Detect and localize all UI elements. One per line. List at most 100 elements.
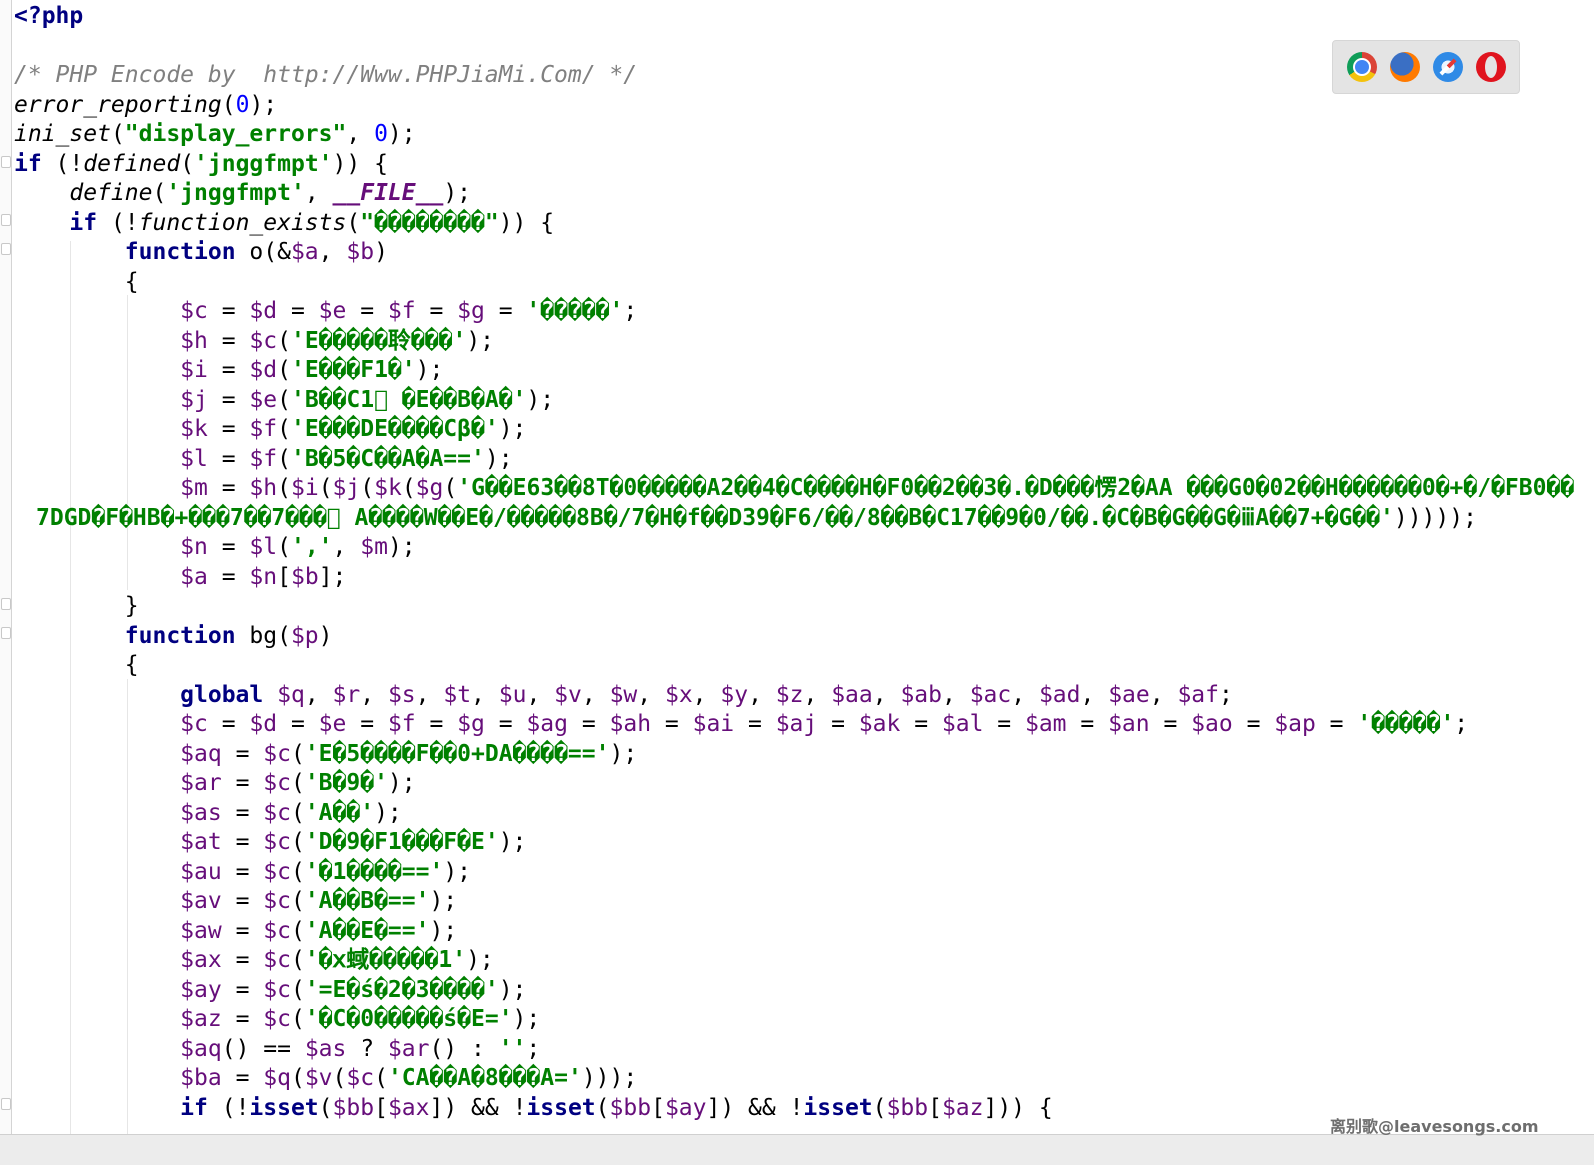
code-line[interactable]: $aw = $c('A��E�=='); (14, 917, 457, 946)
code-line[interactable]: } (14, 592, 139, 621)
code-line[interactable]: $as = $c('A��'); (14, 799, 402, 828)
chrome-icon[interactable] (1347, 52, 1377, 82)
code-token: [ (651, 1094, 665, 1121)
code-line[interactable]: <?php (14, 2, 83, 31)
code-token: global (180, 681, 264, 708)
code-line[interactable]: if (!defined('jnggfmpt')) { (14, 150, 388, 179)
code-line[interactable]: { (14, 268, 139, 297)
code-line[interactable]: { (14, 651, 139, 680)
code-token: $c (263, 947, 291, 973)
code-line[interactable]: $n = $l(',', $m); (14, 533, 415, 562)
code-line[interactable]: $c = $d = $e = $f = $g = '�����'; (14, 297, 637, 326)
code-token: '�C�0�����ś�E=' (304, 1006, 513, 1032)
code-editor[interactable]: <?php /* PHP Encode by http://Www.PHPJiaM… (0, 0, 1594, 1165)
code-token: 0 (235, 91, 250, 118)
safari-icon[interactable] (1433, 52, 1463, 82)
code-token: $j (180, 386, 208, 413)
code-line[interactable]: $ar = $c('B�9�'); (14, 769, 415, 798)
code-line[interactable]: $az = $c('�C�0�����ś�E='); (14, 1005, 540, 1034)
fold-marker[interactable] (1, 243, 11, 255)
code-line[interactable]: $i = $d('E���F1�'); (14, 356, 443, 385)
code-line[interactable]: $at = $c('D�9�F1���F�E'); (14, 828, 526, 857)
code-token: $ar (180, 770, 222, 796)
code-line[interactable]: $au = $c('�1����=='); (14, 858, 471, 887)
fold-marker[interactable] (1, 627, 11, 639)
code-token: 'G��E63��8T�0�����A2��4�C����H�F0��2��3�… (457, 475, 1575, 501)
code-token: $u (498, 681, 527, 708)
code-line[interactable]: $h = $c('E�����聆���'); (14, 327, 494, 356)
code-token: , (332, 534, 361, 560)
opera-icon[interactable] (1476, 52, 1506, 82)
code-token: = (346, 298, 388, 324)
fold-marker[interactable] (1, 598, 11, 610)
code-line[interactable]: $l = $f('B�5�C��A�A=='); (14, 445, 512, 474)
code-line[interactable]: function o(&$a, $b) (14, 238, 388, 267)
code-line[interactable]: $k = $f('E���DE����Cβ�'); (14, 415, 526, 444)
code-token: ( (290, 947, 305, 973)
code-line[interactable]: if (!function_exists("��������")) { (14, 209, 554, 238)
fold-marker[interactable] (1, 156, 11, 168)
code-token: if (14, 150, 42, 177)
code-token: $f (387, 298, 416, 324)
code-line[interactable]: $j = $e('B��C1  �E��B�A�'); (14, 386, 554, 415)
code-line[interactable]: ini_set("display_errors", 0); (14, 120, 416, 149)
code-line[interactable]: 7DGD�F�HB�+���7��7���  A����W��E�/�����8… (36, 504, 1477, 533)
code-token: $c (263, 1006, 291, 1032)
code-line[interactable]: $a = $n[$b]; (14, 563, 346, 592)
code-token: 'B��C1  �E��B�A�' (290, 386, 527, 413)
code-token: $w (609, 681, 638, 708)
code-token: = (1232, 711, 1275, 737)
code-token: /* PHP Encode by http://Www.PHPJiaMi.Com… (14, 62, 638, 88)
code-line[interactable]: define('jnggfmpt', __FILE__); (14, 179, 471, 208)
code-line[interactable]: $aq = $c('E�5����F��0+DA����=='); (14, 740, 637, 769)
code-line[interactable]: function bg($p) (14, 622, 333, 651)
firefox-icon[interactable] (1390, 52, 1420, 82)
code-line[interactable]: if (!isset($bb[$ax]) && !isset($bb[$ay])… (14, 1094, 1053, 1123)
code-token: $al (941, 711, 984, 737)
code-token: $n (249, 563, 278, 590)
code-token: [ (928, 1094, 942, 1121)
code-token: $ax (387, 1094, 430, 1121)
code-line[interactable]: $ax = $c('�ⅹ蜮�����1'); (14, 946, 494, 975)
code-token: ; (1454, 711, 1469, 737)
code-token: $s (387, 681, 416, 708)
code-token: $ba (180, 1065, 222, 1091)
code-token: = (1066, 711, 1109, 737)
code-line[interactable]: global $q, $r, $s, $t, $u, $v, $w, $x, $… (14, 681, 1233, 710)
code-line[interactable]: error_reporting(0); (14, 91, 277, 120)
code-token: $ar (387, 1035, 430, 1062)
code-token: ]; (318, 563, 347, 590)
code-token: = (221, 1006, 264, 1032)
code-token: $as (304, 1035, 347, 1062)
code-token: 'E�����聆���' (290, 327, 467, 354)
code-token: $j (332, 475, 361, 501)
code-token: $aq (180, 740, 222, 767)
code-line[interactable]: $ay = $c('=E�ś�2�3����'); (14, 976, 526, 1005)
code-token: $bb (886, 1094, 929, 1121)
editor-gutter (0, 0, 12, 1150)
code-token: 7DGD�F�HB�+���7��7���  A����W��E�/�����8… (36, 504, 1394, 531)
code-token: = (221, 1065, 264, 1091)
code-token: $c (263, 917, 291, 944)
fold-marker[interactable] (1, 214, 11, 226)
code-line[interactable]: $ba = $q($v($c('CA��A�8���A='))); (14, 1064, 637, 1093)
code-token: $c (263, 740, 291, 767)
code-token: ; (526, 1035, 541, 1062)
code-token: $bb (332, 1094, 375, 1121)
code-token: ); (466, 327, 495, 354)
code-token: )) { (498, 209, 555, 236)
fold-marker[interactable] (1, 1098, 11, 1110)
code-line[interactable]: $av = $c('A��B�=='); (14, 887, 457, 916)
code-line[interactable]: $aq() == $as ? $ar() : ''; (14, 1035, 540, 1064)
code-line[interactable]: /* PHP Encode by http://Www.PHPJiaMi.Com… (14, 61, 637, 90)
code-line[interactable]: $c = $d = $e = $f = $g = $ag = $ah = $ai… (14, 710, 1468, 739)
code-token: = (346, 711, 388, 737)
code-token: = (277, 298, 319, 324)
code-line[interactable]: $m = $h($i($j($k($g('G��E63��8T�0�����A2… (14, 474, 1574, 503)
